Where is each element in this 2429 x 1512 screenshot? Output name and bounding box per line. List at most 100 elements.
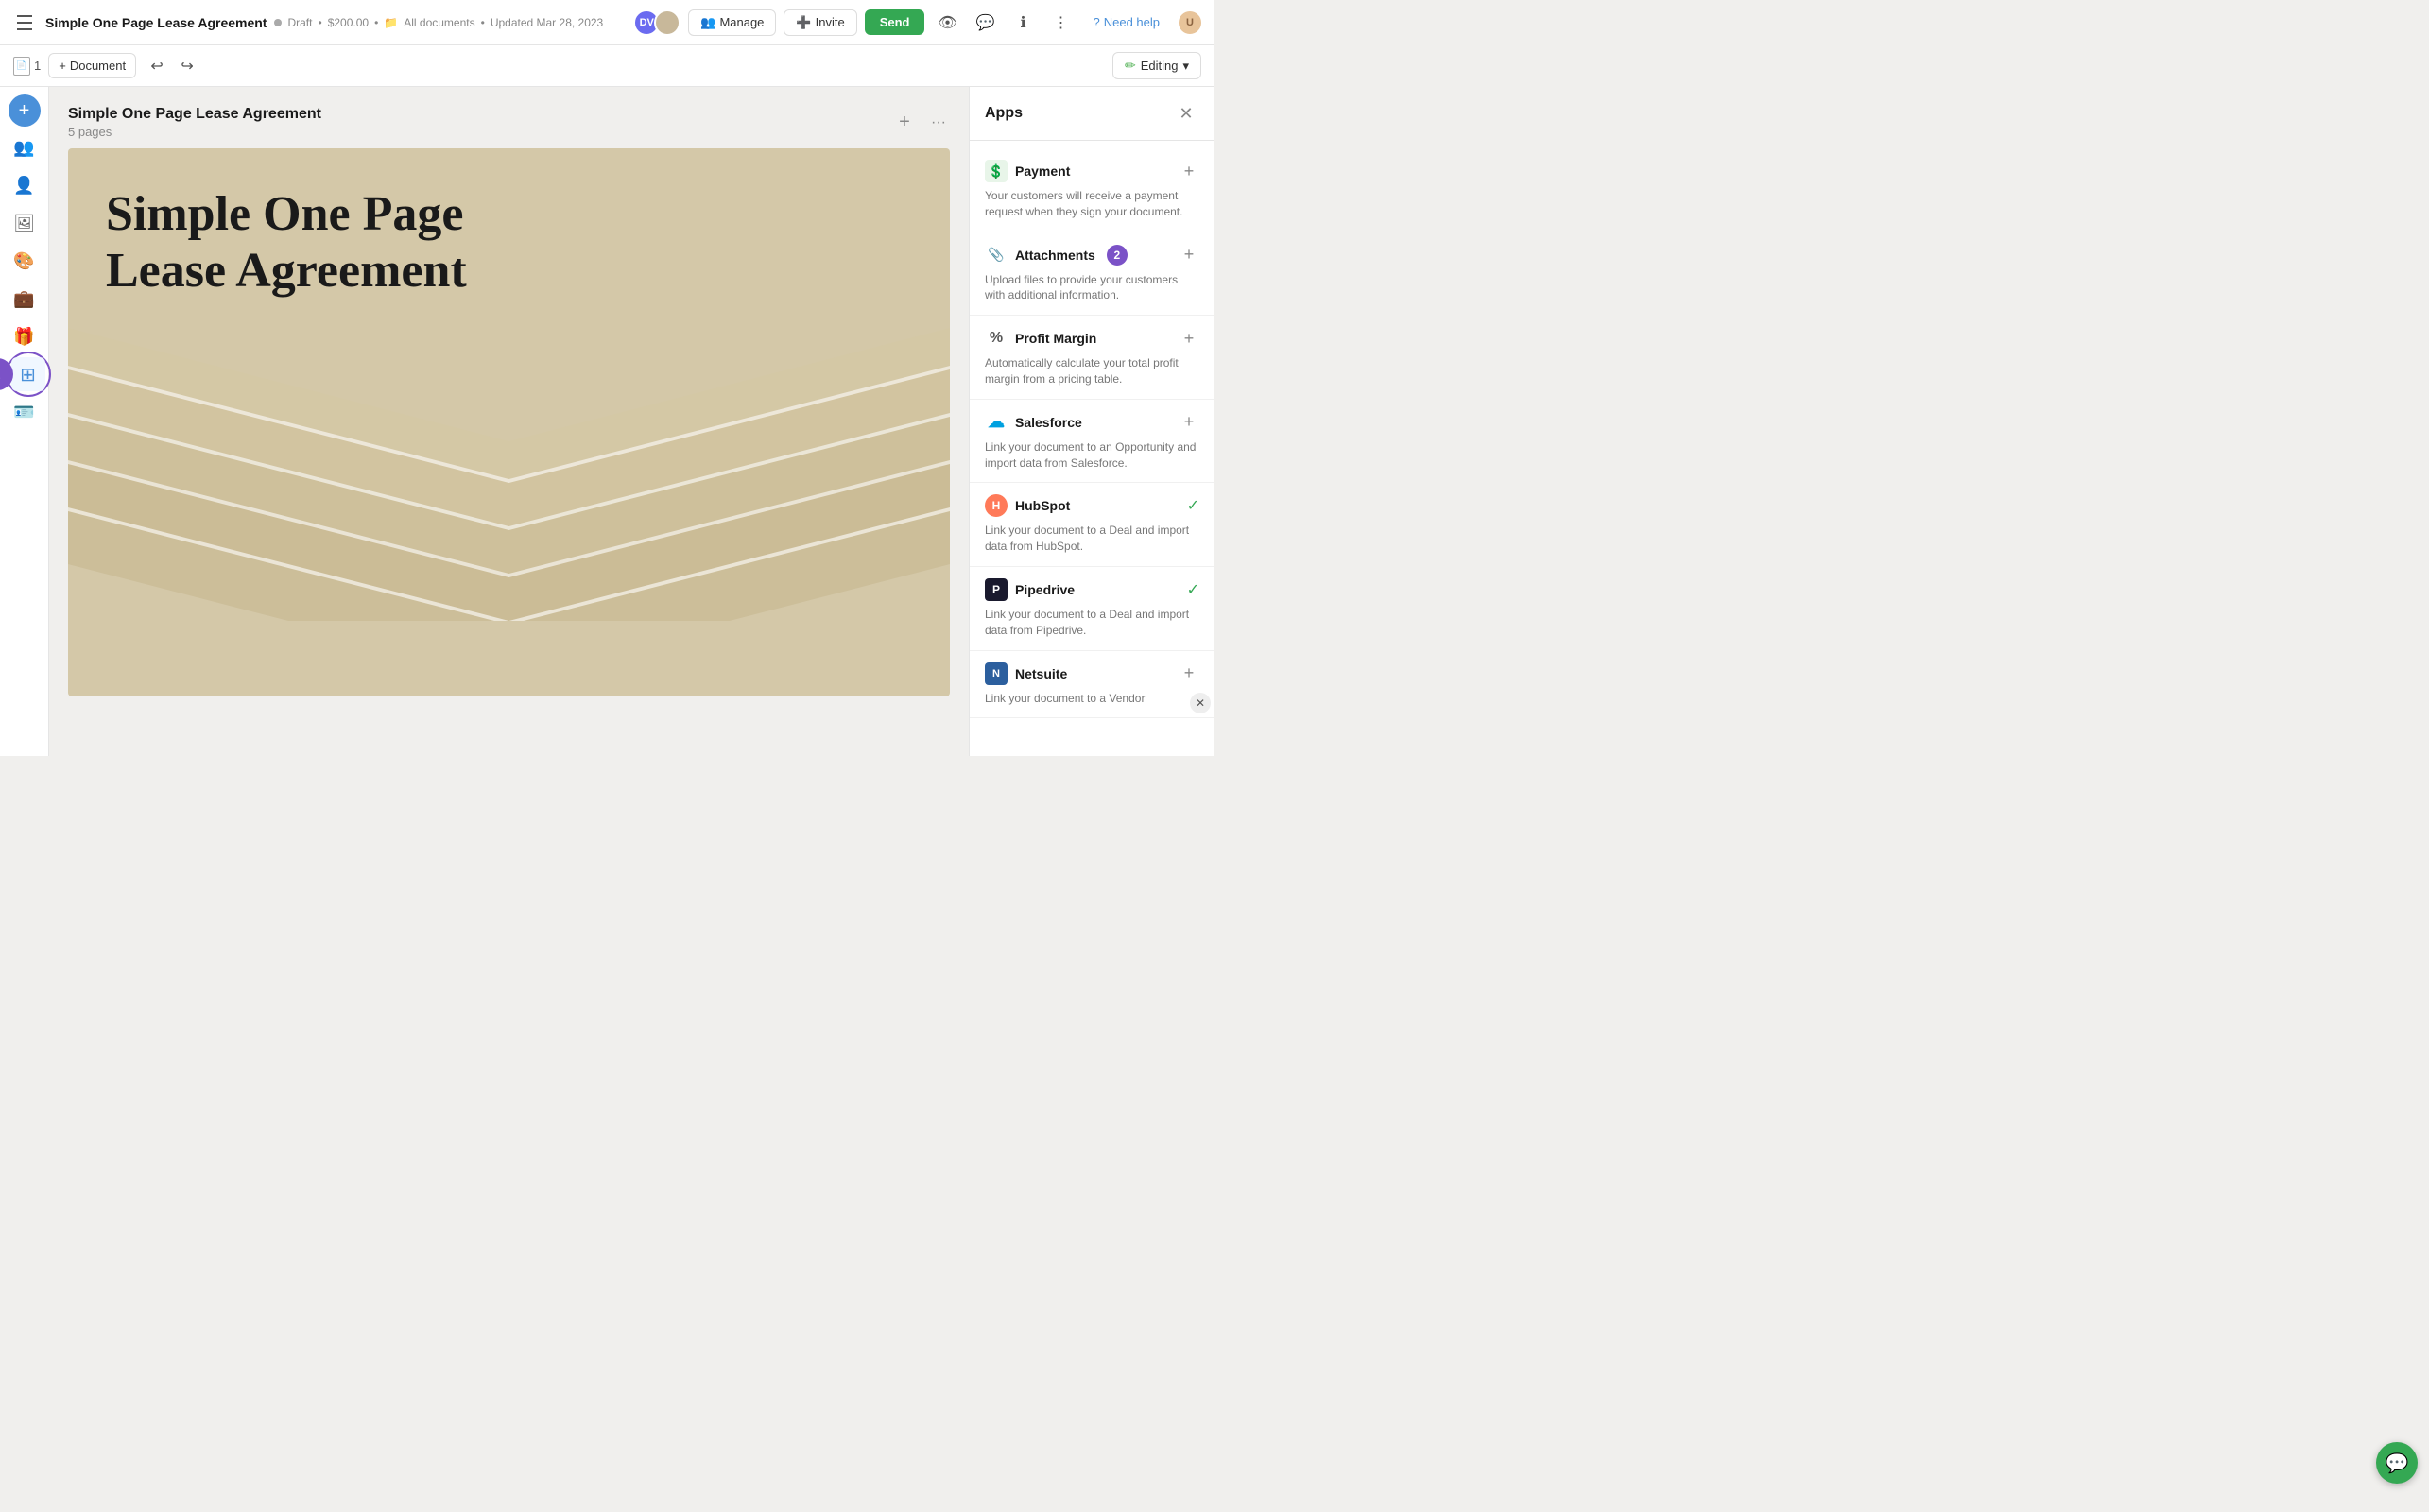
undo-redo-group: ↩ ↪ xyxy=(144,53,200,79)
manage-button[interactable]: 👥 Manage xyxy=(688,9,776,36)
app-netsuite-header: N Netsuite + xyxy=(985,662,1199,685)
doc-pages: 5 pages xyxy=(68,125,321,139)
netsuite-name: Netsuite xyxy=(1015,666,1067,681)
netsuite-close-button[interactable]: ✕ xyxy=(1190,693,1211,713)
attachments-name: Attachments xyxy=(1015,248,1095,263)
doc-area: Simple One Page Lease Agreement 5 pages … xyxy=(49,87,969,756)
sidebar-apps-wrapper: 1 ⊞ xyxy=(11,357,45,391)
netsuite-add-button[interactable]: + xyxy=(1179,663,1199,684)
app-salesforce-name-row: ☁ Salesforce xyxy=(985,411,1082,434)
header-meta: Draft • $200.00 • 📁 All documents • Upda… xyxy=(274,16,626,29)
updated-text: Updated Mar 28, 2023 xyxy=(491,16,603,29)
toolbar: 📄 1 + Document ↩ ↪ ✏ Editing ▾ xyxy=(0,45,1214,87)
more-button[interactable]: ⋮ xyxy=(1045,8,1076,38)
app-pipedrive-name-row: P Pipedrive xyxy=(985,578,1075,601)
header-right: DV 👥 Manage ➕ Invite Send 👁 💬 ℹ ⋮ ? Need… xyxy=(633,8,1203,38)
app-item-pipedrive: P Pipedrive ✓ Link your document to a De… xyxy=(970,567,1214,651)
separator: • xyxy=(481,16,485,29)
payment-add-button[interactable]: + xyxy=(1179,161,1199,181)
palette-icon: 🎨 xyxy=(13,251,34,271)
info-button[interactable]: ℹ xyxy=(1008,8,1038,38)
plus-icon: + xyxy=(59,59,66,73)
apps-panel-title: Apps xyxy=(985,105,1023,122)
profit-icon: % xyxy=(985,327,1008,350)
apps-header: Apps ✕ xyxy=(970,87,1214,141)
app-hubspot-name-row: H HubSpot xyxy=(985,494,1070,517)
app-attachments-header: 📎 Attachments 2 + xyxy=(985,244,1199,266)
separator: • xyxy=(374,16,378,29)
app-payment-header: 💲 Payment + xyxy=(985,160,1199,182)
user-avatar[interactable]: U xyxy=(1177,9,1203,36)
app-item-payment: 💲 Payment + Your customers will receive … xyxy=(970,148,1214,232)
app-hubspot-header: H HubSpot ✓ xyxy=(985,494,1199,517)
sidebar-briefcase-button[interactable]: 💼 xyxy=(8,282,42,316)
app-item-attachments: 📎 Attachments 2 + Upload files to provid… xyxy=(970,232,1214,317)
gift-icon: 🎁 xyxy=(13,327,34,347)
app-item-netsuite: N Netsuite + Link your document to a Ven… xyxy=(970,651,1214,719)
page-title-large: Simple One Page Lease Agreement xyxy=(106,186,484,300)
send-button[interactable]: Send xyxy=(865,9,925,35)
document-title: Simple One Page Lease Agreement xyxy=(45,15,267,30)
hubspot-icon: H xyxy=(985,494,1008,517)
profit-add-button[interactable]: + xyxy=(1179,328,1199,349)
pipedrive-check: ✓ xyxy=(1187,580,1199,599)
chevron-down-icon: ▾ xyxy=(1182,59,1189,74)
pipedrive-desc: Link your document to a Deal and import … xyxy=(985,607,1199,639)
folder-name: All documents xyxy=(404,16,474,29)
editing-button[interactable]: ✏ Editing ▾ xyxy=(1112,52,1201,79)
app-pipedrive-header: P Pipedrive ✓ xyxy=(985,578,1199,601)
redo-button[interactable]: ↪ xyxy=(174,53,200,79)
hubspot-name: HubSpot xyxy=(1015,498,1070,513)
sidebar-add-button[interactable]: + xyxy=(9,94,41,127)
avatar-group: DV xyxy=(633,9,680,36)
briefcase-icon: 💼 xyxy=(13,289,34,309)
sidebar-apps-button[interactable]: ⊞ xyxy=(11,357,45,391)
salesforce-add-button[interactable]: + xyxy=(1179,412,1199,433)
add-page-button[interactable]: + xyxy=(893,112,916,134)
profit-name: Profit Margin xyxy=(1015,331,1096,346)
sidebar-users-button[interactable]: 👥 xyxy=(8,130,42,164)
idcard-icon: 🪪 xyxy=(13,403,34,422)
page-icon: 📄 xyxy=(13,57,30,76)
sidebar-palette-button[interactable]: 🎨 xyxy=(8,244,42,278)
hamburger-button[interactable] xyxy=(11,8,38,37)
salesforce-icon: ☁ xyxy=(985,411,1008,434)
chevrons-container xyxy=(68,318,950,621)
page-content-top: Simple One Page Lease Agreement xyxy=(68,148,950,318)
sidebar-gift-button[interactable]: 🎁 xyxy=(8,319,42,353)
more-options-button[interactable]: ··· xyxy=(927,112,950,134)
view-button[interactable]: 👁 xyxy=(932,8,962,38)
salesforce-desc: Link your document to an Opportunity and… xyxy=(985,439,1199,472)
doc-header-actions: + ··· xyxy=(893,112,950,134)
doc-header-row: Simple One Page Lease Agreement 5 pages … xyxy=(68,106,950,139)
status-dot xyxy=(274,19,282,26)
document-page: Simple One Page Lease Agreement xyxy=(68,148,950,696)
app-item-salesforce: ☁ Salesforce + Link your document to an … xyxy=(970,400,1214,484)
sidebar-idcard-button[interactable]: 🪪 xyxy=(8,395,42,429)
pencil-icon: ✏ xyxy=(1125,58,1136,74)
contact-icon: 👤 xyxy=(13,176,34,196)
invite-button[interactable]: ➕ Invite xyxy=(784,9,856,36)
sidebar-contacts-button[interactable]: 👤 xyxy=(8,168,42,202)
sidebar-image-button[interactable]: 🖼 xyxy=(8,206,42,240)
apps-close-button[interactable]: ✕ xyxy=(1173,100,1199,127)
price: $200.00 xyxy=(328,16,369,29)
folder-icon: 📁 xyxy=(384,16,398,29)
main-layout: + 👥 👤 🖼 🎨 💼 🎁 1 ⊞ 🪪 xyxy=(0,87,1214,756)
apps-grid-ring: ⊞ xyxy=(11,357,45,391)
chevrons-svg xyxy=(68,318,950,621)
app-payment-name-row: 💲 Payment xyxy=(985,160,1070,182)
top-header: Simple One Page Lease Agreement Draft • … xyxy=(0,0,1214,45)
app-profit-header: % Profit Margin + xyxy=(985,327,1199,350)
users-icon: 👥 xyxy=(700,15,715,30)
help-button[interactable]: ? Need help xyxy=(1083,10,1169,34)
comment-button[interactable]: 💬 xyxy=(970,8,1000,38)
salesforce-name: Salesforce xyxy=(1015,415,1082,430)
attachments-add-button[interactable]: + xyxy=(1179,245,1199,266)
undo-button[interactable]: ↩ xyxy=(144,53,170,79)
attachments-desc: Upload files to provide your customers w… xyxy=(985,272,1199,304)
chat-fab[interactable]: 💬 xyxy=(2376,1442,2418,1484)
payment-desc: Your customers will receive a payment re… xyxy=(985,188,1199,220)
payment-name: Payment xyxy=(1015,163,1070,179)
add-document-button[interactable]: + Document xyxy=(48,53,136,78)
